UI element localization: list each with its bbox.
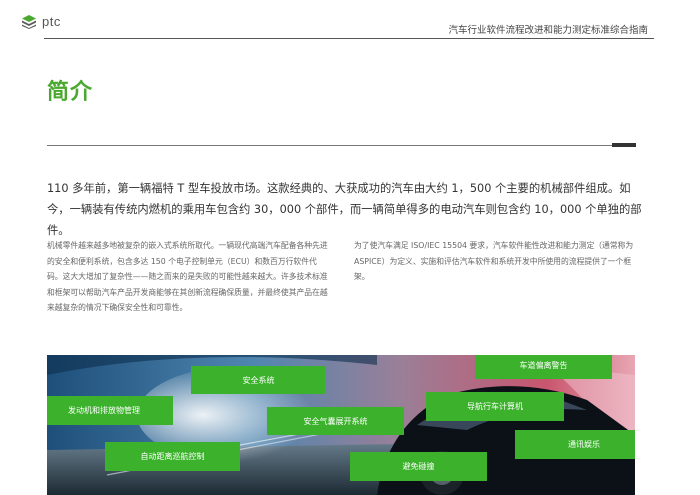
tag-navigation-trip-computer: 导航行车计算机 [426, 392, 564, 421]
tag-engine-emissions-management: 发动机和排放物管理 [47, 396, 173, 425]
title-divider [47, 145, 612, 146]
body-paragraph-right: 为了使汽车满足 ISO/IEC 15504 要求，汽车软件能性改进和能力测定（通… [354, 241, 634, 281]
tag-adaptive-cruise-control: 自动距离巡航控制 [105, 442, 240, 471]
section-title: 简介 [47, 80, 94, 105]
tag-safety-systems: 安全系统 [191, 366, 326, 394]
car-systems-banner: 安全系统 车道偏离警告 发动机和排放物管理 导航行车计算机 安全气囊展开系统 通… [47, 355, 635, 495]
tag-telematics-infotainment: 通讯娱乐 [515, 430, 635, 459]
tag-lane-departure-warning: 车道偏离警告 [475, 355, 612, 379]
ptc-logo-icon [22, 14, 36, 29]
document-title: 汽车行业软件流程改进和能力测定标准综合指南 [448, 25, 648, 36]
tag-airbag-deployment-system: 安全气囊展开系统 [267, 407, 404, 435]
logo-text: ptc [42, 14, 61, 29]
ptc-logo: ptc [22, 14, 61, 29]
title-divider-accent [612, 143, 636, 147]
body-paragraph-left: 机械零件越来越多地被复杂的嵌入式系统所取代。一辆现代高端汽车配备各种先进的安全和… [47, 241, 328, 312]
header-divider [44, 38, 654, 39]
lead-paragraph: 110 多年前，第一辆福特 T 型车投放市场。这款经典的、大获成功的汽车由大约 … [47, 182, 642, 237]
tag-collision-avoidance: 避免碰撞 [350, 452, 487, 481]
page-header: ptc 汽车行业软件流程改进和能力测定标准综合指南 [0, 0, 700, 40]
